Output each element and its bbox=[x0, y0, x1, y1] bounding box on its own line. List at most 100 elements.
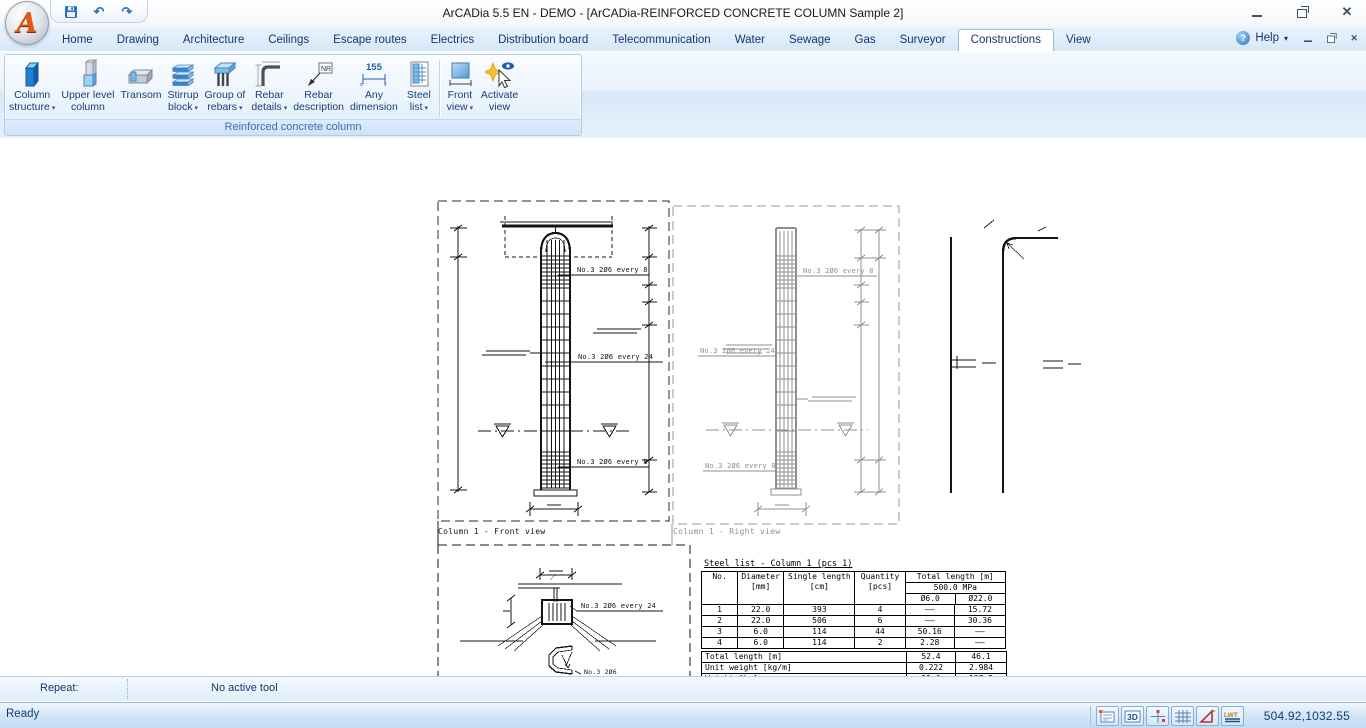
undo-icon: ↶ bbox=[94, 5, 105, 18]
rebar-description-button[interactable]: NRRebardescription bbox=[290, 57, 347, 119]
tab-home[interactable]: Home bbox=[50, 30, 105, 51]
col-header-quantity: Quantity[pcs] bbox=[855, 572, 905, 605]
svg-text:3D: 3D bbox=[1127, 712, 1138, 722]
project-views-icon bbox=[1098, 709, 1117, 724]
doc-close-button[interactable]: ✕ bbox=[1348, 32, 1359, 45]
help-icon: ? bbox=[1236, 31, 1250, 45]
ribbon-group-reinforced-concrete-column: Columnstructure▾Upper levelcolumnTransom… bbox=[4, 54, 582, 136]
chevron-down-icon: ▾ bbox=[425, 105, 429, 112]
minimize-button[interactable] bbox=[1250, 4, 1264, 20]
chevron-down-icon: ▾ bbox=[195, 105, 199, 112]
status-ready-label: Ready bbox=[6, 708, 39, 720]
app-menu-button[interactable]: A bbox=[5, 1, 49, 45]
ribbon-tab-bar: HomeDrawingArchitectureCeilingsEscape ro… bbox=[0, 27, 1366, 51]
ribbon-buttons: Columnstructure▾Upper levelcolumnTransom… bbox=[5, 55, 581, 119]
steel-list-button[interactable]: Steellist▾ bbox=[401, 57, 437, 119]
steel-list-table: Steel list - Column 1 (pcs 1) No. Diamet… bbox=[701, 559, 1008, 676]
steel-table-row: 36.01144450.16—— bbox=[702, 627, 1006, 638]
column-structure-button[interactable]: Columnstructure▾ bbox=[6, 57, 58, 119]
view-3d-toggle-button[interactable]: 3D bbox=[1121, 706, 1144, 726]
cursor-coordinates: 504.92,1032.55 bbox=[1264, 709, 1350, 723]
tab-constructions[interactable]: Constructions bbox=[958, 29, 1054, 52]
tab-architecture[interactable]: Architecture bbox=[171, 30, 256, 51]
rebar-label: No.3 2Ø6 every 8 bbox=[705, 462, 776, 470]
snap-points-icon bbox=[1148, 709, 1167, 724]
restore-button[interactable] bbox=[1295, 4, 1309, 20]
steel-list-icon bbox=[404, 58, 434, 90]
rebar-description-icon: NR bbox=[304, 58, 334, 90]
undo-button[interactable]: ↶ bbox=[91, 4, 107, 20]
group-of-rebars-button[interactable]: Group ofrebars▾ bbox=[201, 57, 248, 119]
close-button[interactable]: ✕ bbox=[1340, 4, 1354, 20]
rebar-label: No.3 2Ø6 every 8 bbox=[803, 267, 874, 275]
window-title: ArCADia 5.5 EN - DEMO - [ArCADia-REINFOR… bbox=[120, 6, 1226, 20]
rebar-label: No.3 2Ø6 every 24 bbox=[581, 602, 656, 610]
steel-table-summary: Total length [m]52.446.1Unit weight [kg/… bbox=[701, 651, 1007, 676]
project-views-toggle-button[interactable] bbox=[1096, 706, 1119, 726]
svg-text:x: x bbox=[360, 82, 363, 88]
tab-water[interactable]: Water bbox=[723, 30, 777, 51]
help-button[interactable]: Help bbox=[1255, 32, 1279, 44]
upper-level-column-button[interactable]: Upper levelcolumn bbox=[58, 57, 117, 119]
front-view-button[interactable]: Frontview▾ bbox=[442, 57, 478, 119]
tab-gas[interactable]: Gas bbox=[843, 30, 888, 51]
any-dimension-button[interactable]: 155xxAnydimension bbox=[347, 57, 401, 119]
tab-view[interactable]: View bbox=[1054, 30, 1103, 51]
rebar-details-icon bbox=[254, 58, 284, 90]
save-icon bbox=[64, 5, 78, 19]
grid-toggle-button[interactable] bbox=[1171, 706, 1194, 726]
arcadia-logo-icon: A bbox=[17, 10, 38, 37]
lineweight-toggle-button[interactable]: LWT bbox=[1221, 706, 1244, 726]
tab-telecommunication[interactable]: Telecommunication bbox=[600, 30, 722, 51]
right-view-caption: Column 1 - Right view bbox=[673, 527, 780, 536]
steel-table-row: 222.05066——30.36 bbox=[702, 616, 1006, 627]
col-header-single-length: Single length[cm] bbox=[784, 572, 855, 605]
rebar-label: No.3 2Ø6 bbox=[584, 668, 617, 676]
ortho-icon bbox=[1198, 709, 1217, 724]
doc-restore-icon bbox=[1327, 36, 1335, 43]
front-view-icon bbox=[445, 58, 475, 90]
redo-button[interactable]: ↷ bbox=[119, 4, 135, 20]
rebar-label: No.3 2Ø6 every 8 bbox=[577, 266, 648, 274]
repeat-label: Repeat: bbox=[40, 682, 79, 694]
tab-surveyor[interactable]: Surveyor bbox=[888, 30, 958, 51]
status-toggle-buttons: 3D LWT bbox=[1090, 706, 1244, 726]
tab-escape-routes[interactable]: Escape routes bbox=[321, 30, 419, 51]
chevron-down-icon[interactable]: ▾ bbox=[1284, 34, 1288, 43]
stirrup-block-button[interactable]: Stirrupblock▾ bbox=[165, 57, 202, 119]
col-header-total-length: Total length [m] 500.0 MPa Ø6.0Ø22.0 bbox=[905, 572, 1005, 605]
ortho-toggle-button[interactable] bbox=[1196, 706, 1219, 726]
redo-icon: ↷ bbox=[122, 5, 133, 18]
view-3d-icon: 3D bbox=[1123, 709, 1142, 724]
col-header-no: No. bbox=[702, 572, 738, 605]
svg-text:LWT: LWT bbox=[1224, 712, 1238, 719]
drawing-canvas[interactable]: No.3 2Ø6 every 8 No.3 2Ø6 every 24 No.3 … bbox=[0, 138, 1366, 676]
chevron-down-icon: ▾ bbox=[52, 105, 56, 112]
ribbon-group-divider bbox=[439, 60, 440, 116]
doc-minimize-button[interactable] bbox=[1302, 32, 1313, 45]
transom-button[interactable]: Transom bbox=[118, 57, 165, 119]
command-input-area[interactable]: Repeat: No active tool bbox=[0, 676, 1366, 703]
tab-distribution-board[interactable]: Distribution board bbox=[486, 30, 600, 51]
snap-points-toggle-button[interactable] bbox=[1146, 706, 1169, 726]
doc-restore-button[interactable] bbox=[1325, 32, 1336, 45]
save-button[interactable] bbox=[63, 4, 79, 20]
svg-text:NR: NR bbox=[321, 66, 331, 73]
cad-drawing: No.3 2Ø6 every 8 No.3 2Ø6 every 24 No.3 … bbox=[0, 138, 1366, 676]
rebar-details-button[interactable]: Rebardetails▾ bbox=[248, 57, 290, 119]
steel-table-summary-row: Unit weight [kg/m]0.2222.984 bbox=[702, 663, 1007, 674]
close-icon: ✕ bbox=[1342, 4, 1353, 20]
tab-electrics[interactable]: Electrics bbox=[419, 30, 486, 51]
any-dimension-icon: 155xx bbox=[359, 58, 389, 90]
tab-sewage[interactable]: Sewage bbox=[777, 30, 843, 51]
command-separator bbox=[127, 679, 128, 699]
title-bar: ArCADia 5.5 EN - DEMO - [ArCADia-REINFOR… bbox=[0, 0, 1366, 28]
tab-drawing[interactable]: Drawing bbox=[105, 30, 171, 51]
ribbon: Columnstructure▾Upper levelcolumnTransom… bbox=[0, 51, 1366, 139]
steel-table-summary-row: Total length [m]52.446.1 bbox=[702, 652, 1007, 663]
transom-icon bbox=[126, 58, 156, 90]
steel-table-row: 46.011422.28—— bbox=[702, 638, 1006, 649]
tab-ceilings[interactable]: Ceilings bbox=[256, 30, 321, 51]
active-tool-message: No active tool bbox=[211, 682, 278, 694]
activate-view-button[interactable]: Activateview bbox=[478, 57, 521, 119]
